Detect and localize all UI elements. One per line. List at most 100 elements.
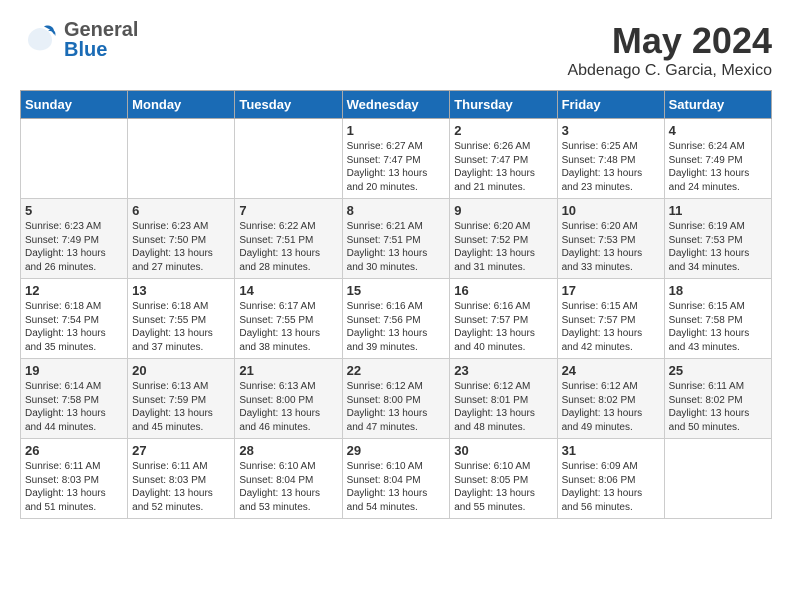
day-number: 23 xyxy=(454,363,552,378)
day-info: Sunrise: 6:12 AM Sunset: 8:02 PM Dayligh… xyxy=(562,380,660,434)
day-number: 2 xyxy=(454,123,552,138)
table-row: 18Sunrise: 6:15 AM Sunset: 7:58 PM Dayli… xyxy=(664,279,771,359)
day-info: Sunrise: 6:26 AM Sunset: 7:47 PM Dayligh… xyxy=(454,140,552,194)
day-info: Sunrise: 6:27 AM Sunset: 7:47 PM Dayligh… xyxy=(347,140,446,194)
day-number: 14 xyxy=(239,283,337,298)
day-info: Sunrise: 6:15 AM Sunset: 7:58 PM Dayligh… xyxy=(669,300,767,354)
day-number: 19 xyxy=(25,363,123,378)
day-info: Sunrise: 6:19 AM Sunset: 7:53 PM Dayligh… xyxy=(669,220,767,274)
day-number: 10 xyxy=(562,203,660,218)
calendar-week-row: 19 Sunrise: 6:14 AM Sunset: 7:58 PM Dayli… xyxy=(21,359,772,439)
col-monday: Monday xyxy=(128,91,235,119)
logo-icon xyxy=(20,20,60,60)
table-row: 20Sunrise: 6:13 AM Sunset: 7:59 PM Dayli… xyxy=(128,359,235,439)
table-row: 1 Sunrise: 6:27 AM Sunset: 7:47 PM Daylig… xyxy=(342,119,450,199)
calendar-week-row: 26 Sunrise: 6:11 AM Sunset: 8:03 PM Dayli… xyxy=(21,439,772,519)
day-number: 4 xyxy=(669,123,767,138)
day-number: 22 xyxy=(347,363,446,378)
day-number: 25 xyxy=(669,363,767,378)
day-number: 13 xyxy=(132,283,230,298)
table-row: 15Sunrise: 6:16 AM Sunset: 7:56 PM Dayli… xyxy=(342,279,450,359)
day-info: Sunrise: 6:16 AM Sunset: 7:56 PM Dayligh… xyxy=(347,300,446,354)
table-row: 17 Sunrise: 6:15 AM Sunset: 7:57 PM Dayli… xyxy=(557,279,664,359)
col-wednesday: Wednesday xyxy=(342,91,450,119)
day-info: Sunrise: 6:20 AM Sunset: 7:52 PM Dayligh… xyxy=(454,220,552,274)
table-row: 3 Sunrise: 6:25 AM Sunset: 7:48 PM Daylig… xyxy=(557,119,664,199)
table-row xyxy=(664,439,771,519)
table-row: 16 Sunrise: 6:16 AM Sunset: 7:57 PM Dayli… xyxy=(450,279,557,359)
day-info: Sunrise: 6:15 AM Sunset: 7:57 PM Dayligh… xyxy=(562,300,660,354)
day-info: Sunrise: 6:13 AM Sunset: 7:59 PM Dayligh… xyxy=(132,380,230,434)
col-sunday: Sunday xyxy=(21,91,128,119)
col-friday: Friday xyxy=(557,91,664,119)
day-info: Sunrise: 6:12 AM Sunset: 8:00 PM Dayligh… xyxy=(347,380,446,434)
day-number: 26 xyxy=(25,443,123,458)
table-row: 7 Sunrise: 6:22 AM Sunset: 7:51 PM Daylig… xyxy=(235,199,342,279)
table-row: 26 Sunrise: 6:11 AM Sunset: 8:03 PM Dayli… xyxy=(21,439,128,519)
day-number: 3 xyxy=(562,123,660,138)
day-number: 30 xyxy=(454,443,552,458)
day-number: 1 xyxy=(347,123,446,138)
title-block: May 2024 Abdenago C. Garcia, Mexico xyxy=(567,20,772,80)
day-number: 11 xyxy=(669,203,767,218)
table-row xyxy=(128,119,235,199)
day-info: Sunrise: 6:23 AM Sunset: 7:49 PM Dayligh… xyxy=(25,220,123,274)
table-row: 27 Sunrise: 6:11 AM Sunset: 8:03 PM Dayli… xyxy=(128,439,235,519)
month-title: May 2024 xyxy=(567,20,772,62)
day-info: Sunrise: 6:11 AM Sunset: 8:02 PM Dayligh… xyxy=(669,380,767,434)
location-title: Abdenago C. Garcia, Mexico xyxy=(567,62,772,80)
day-number: 7 xyxy=(239,203,337,218)
table-row: 30Sunrise: 6:10 AM Sunset: 8:05 PM Dayli… xyxy=(450,439,557,519)
table-row xyxy=(235,119,342,199)
table-row: 10 Sunrise: 6:20 AM Sunset: 7:53 PM Dayli… xyxy=(557,199,664,279)
day-info: Sunrise: 6:17 AM Sunset: 7:55 PM Dayligh… xyxy=(239,300,337,354)
day-number: 17 xyxy=(562,283,660,298)
col-tuesday: Tuesday xyxy=(235,91,342,119)
day-info: Sunrise: 6:10 AM Sunset: 8:04 PM Dayligh… xyxy=(347,460,446,514)
day-info: Sunrise: 6:21 AM Sunset: 7:51 PM Dayligh… xyxy=(347,220,446,274)
calendar-week-row: 12Sunrise: 6:18 AM Sunset: 7:54 PM Dayli… xyxy=(21,279,772,359)
logo-blue: Blue xyxy=(64,40,138,60)
day-info: Sunrise: 6:25 AM Sunset: 7:48 PM Dayligh… xyxy=(562,140,660,194)
day-info: Sunrise: 6:18 AM Sunset: 7:55 PM Dayligh… xyxy=(132,300,230,354)
col-saturday: Saturday xyxy=(664,91,771,119)
calendar-week-row: 1 Sunrise: 6:27 AM Sunset: 7:47 PM Daylig… xyxy=(21,119,772,199)
logo-general: General xyxy=(64,20,138,40)
table-row: 4Sunrise: 6:24 AM Sunset: 7:49 PM Daylig… xyxy=(664,119,771,199)
table-row: 13 Sunrise: 6:18 AM Sunset: 7:55 PM Dayli… xyxy=(128,279,235,359)
col-thursday: Thursday xyxy=(450,91,557,119)
table-row: 6 Sunrise: 6:23 AM Sunset: 7:50 PM Daylig… xyxy=(128,199,235,279)
table-row: 23 Sunrise: 6:12 AM Sunset: 8:01 PM Dayli… xyxy=(450,359,557,439)
day-number: 6 xyxy=(132,203,230,218)
day-info: Sunrise: 6:20 AM Sunset: 7:53 PM Dayligh… xyxy=(562,220,660,274)
table-row: 14 Sunrise: 6:17 AM Sunset: 7:55 PM Dayli… xyxy=(235,279,342,359)
table-row: 29Sunrise: 6:10 AM Sunset: 8:04 PM Dayli… xyxy=(342,439,450,519)
day-info: Sunrise: 6:14 AM Sunset: 7:58 PM Dayligh… xyxy=(25,380,123,434)
day-info: Sunrise: 6:22 AM Sunset: 7:51 PM Dayligh… xyxy=(239,220,337,274)
day-number: 21 xyxy=(239,363,337,378)
logo-text: General Blue xyxy=(64,20,138,60)
day-info: Sunrise: 6:11 AM Sunset: 8:03 PM Dayligh… xyxy=(132,460,230,514)
table-row: 24Sunrise: 6:12 AM Sunset: 8:02 PM Dayli… xyxy=(557,359,664,439)
day-number: 31 xyxy=(562,443,660,458)
day-number: 9 xyxy=(454,203,552,218)
day-info: Sunrise: 6:09 AM Sunset: 8:06 PM Dayligh… xyxy=(562,460,660,514)
day-number: 27 xyxy=(132,443,230,458)
table-row: 12Sunrise: 6:18 AM Sunset: 7:54 PM Dayli… xyxy=(21,279,128,359)
table-row xyxy=(21,119,128,199)
day-number: 8 xyxy=(347,203,446,218)
day-info: Sunrise: 6:11 AM Sunset: 8:03 PM Dayligh… xyxy=(25,460,123,514)
day-info: Sunrise: 6:23 AM Sunset: 7:50 PM Dayligh… xyxy=(132,220,230,274)
day-number: 5 xyxy=(25,203,123,218)
table-row: 11 Sunrise: 6:19 AM Sunset: 7:53 PM Dayli… xyxy=(664,199,771,279)
day-info: Sunrise: 6:16 AM Sunset: 7:57 PM Dayligh… xyxy=(454,300,552,354)
table-row: 9 Sunrise: 6:20 AM Sunset: 7:52 PM Daylig… xyxy=(450,199,557,279)
table-row: 8 Sunrise: 6:21 AM Sunset: 7:51 PM Daylig… xyxy=(342,199,450,279)
table-row: 2 Sunrise: 6:26 AM Sunset: 7:47 PM Daylig… xyxy=(450,119,557,199)
table-row: 21Sunrise: 6:13 AM Sunset: 8:00 PM Dayli… xyxy=(235,359,342,439)
day-number: 28 xyxy=(239,443,337,458)
day-info: Sunrise: 6:12 AM Sunset: 8:01 PM Dayligh… xyxy=(454,380,552,434)
day-info: Sunrise: 6:18 AM Sunset: 7:54 PM Dayligh… xyxy=(25,300,123,354)
day-number: 16 xyxy=(454,283,552,298)
table-row: 25 Sunrise: 6:11 AM Sunset: 8:02 PM Dayli… xyxy=(664,359,771,439)
